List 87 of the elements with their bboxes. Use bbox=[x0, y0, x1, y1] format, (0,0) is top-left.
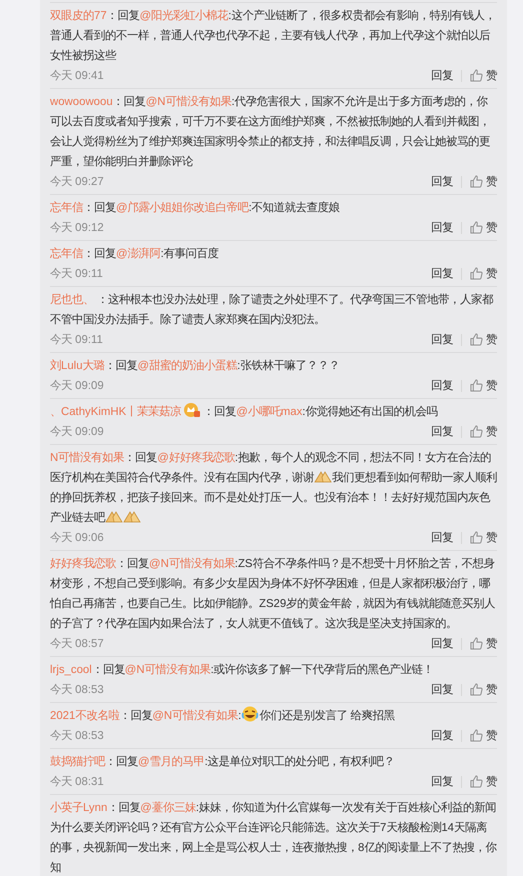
comment-text: 、CathyKimHK丨茉茉菇凉 ：回复@小哪吒max:你觉得她还有出国的机会吗 bbox=[50, 402, 497, 422]
like-link[interactable]: 赞 bbox=[470, 728, 497, 743]
comment-time: 今天 09:12 bbox=[50, 220, 104, 235]
like-link[interactable]: 赞 bbox=[470, 332, 497, 347]
like-link[interactable]: 赞 bbox=[470, 530, 497, 545]
comment-time: 今天 08:57 bbox=[50, 636, 104, 651]
comment-time: 今天 09:11 bbox=[50, 266, 103, 281]
mention-link[interactable]: @甜蜜的奶油小蛋糕 bbox=[138, 360, 238, 372]
thumbs-up-icon bbox=[470, 379, 483, 392]
comment-time: 今天 09:06 bbox=[50, 530, 104, 545]
username-link[interactable]: N可惜没有如果 bbox=[50, 452, 124, 464]
username-link[interactable]: 双眼皮的77 bbox=[50, 10, 107, 22]
like-link[interactable]: 赞 bbox=[470, 378, 497, 393]
thumbs-up-icon bbox=[470, 333, 483, 346]
reply-link[interactable]: 回复 bbox=[431, 266, 453, 281]
comment-time: 今天 08:53 bbox=[50, 682, 104, 697]
reply-link[interactable]: 回复 bbox=[431, 636, 453, 651]
username-link[interactable]: 小英子Lynn bbox=[50, 802, 108, 814]
mention-link[interactable]: @小哪吒max bbox=[236, 406, 302, 418]
reply-link[interactable]: 回复 bbox=[431, 68, 453, 83]
reply-link[interactable]: 回复 bbox=[431, 174, 453, 189]
reply-link[interactable]: 回复 bbox=[431, 332, 453, 347]
comment-text: 尼也也、 ：这种根本也没办法处理，除了谴责之外处理不了。代孕弯国三不管地带，人家都不管中国没办法插手。除了谴责人家郑爽在国内没犯法。 bbox=[50, 292, 494, 328]
like-link[interactable]: 赞 bbox=[470, 636, 497, 651]
thumbs-up-icon bbox=[470, 683, 483, 696]
comment-text: 小英子Lynn：回复@薹你三妹:妹妹，你知道为什么官媒每一次发有关于百姓核心利益的新闻为什么要关闭评论吗？还有官方公众平台连评论只能筛选。这次关于7天核酸检测14天隔离的事，央视新闻一发出来，网上全是骂公权人士，连夜撤热搜，8亿的阅读量上不了热搜，你知 bbox=[50, 800, 497, 876]
reply-link[interactable]: 回复 bbox=[431, 682, 453, 697]
thumbs-up-icon bbox=[470, 267, 483, 280]
comment-time: 今天 09:11 bbox=[50, 332, 103, 347]
username-link[interactable]: 忘年信 bbox=[50, 202, 83, 214]
thumbs-up-icon bbox=[470, 69, 483, 82]
like-link[interactable]: 赞 bbox=[470, 68, 497, 83]
mention-link[interactable]: @阳光彩虹小棉花 bbox=[140, 10, 228, 22]
mention-link[interactable]: @薹你三妹 bbox=[140, 802, 196, 814]
username-link[interactable]: 好好疼我恋歌 bbox=[50, 558, 116, 570]
thumbs-up-icon bbox=[470, 425, 483, 438]
comment-time: 今天 09:41 bbox=[50, 68, 104, 83]
comment-text: 忘年信：回复@邝露小姐姐你改追白帝吧:不知道就去查度娘 bbox=[50, 200, 341, 216]
reply-link[interactable]: 回复 bbox=[431, 530, 453, 545]
comment-time: 今天 08:31 bbox=[50, 774, 104, 789]
mention-link[interactable]: @N可惜没有如果 bbox=[124, 664, 211, 676]
like-link[interactable]: 赞 bbox=[470, 174, 497, 189]
thumbs-up-icon bbox=[470, 531, 483, 544]
reply-link[interactable]: 回复 bbox=[431, 424, 453, 439]
username-link[interactable]: wowoowoou bbox=[50, 96, 113, 108]
like-link[interactable]: 赞 bbox=[470, 220, 497, 235]
mention-link[interactable]: @邝露小姐姐你改追白帝吧 bbox=[116, 202, 249, 214]
comment-time: 今天 09:27 bbox=[50, 174, 104, 189]
reply-link[interactable]: 回复 bbox=[431, 728, 453, 743]
mention-link[interactable]: @好好疼我恋歌 bbox=[157, 452, 235, 464]
comment-time: 今天 09:09 bbox=[50, 378, 104, 393]
reply-link[interactable]: 回复 bbox=[431, 220, 453, 235]
thumbs-up-icon bbox=[470, 775, 483, 788]
username-link[interactable]: 鼓捣猫拧吧 bbox=[50, 756, 105, 768]
comment-text: 鼓捣猫拧吧：回复@雪月的马甲:这是单位对职工的处分吧，有权利吧？ bbox=[50, 754, 396, 770]
username-link[interactable]: 刘Lulu大璐 bbox=[50, 360, 105, 372]
like-link[interactable]: 赞 bbox=[470, 424, 497, 439]
reply-link[interactable]: 回复 bbox=[431, 774, 453, 789]
username-link[interactable]: 忘年信 bbox=[50, 248, 83, 260]
comment-text: 2021不改名啦：回复@N可惜没有如果: 你们还是别发言了 给爽招黑 bbox=[50, 706, 497, 726]
like-link[interactable]: 赞 bbox=[470, 266, 497, 281]
comment-time: 今天 09:09 bbox=[50, 424, 104, 439]
like-link[interactable]: 赞 bbox=[470, 774, 497, 789]
comment-text: lrjs_cool：回复@N可惜没有如果:或许你该多了解一下代孕背后的黑色产业链！ bbox=[50, 662, 435, 678]
mention-link[interactable]: @澎湃阿 bbox=[116, 248, 161, 260]
thumbs-up-icon bbox=[470, 221, 483, 234]
thumbs-up-icon bbox=[470, 175, 483, 188]
laughing-face-icon bbox=[241, 706, 260, 722]
mention-link[interactable]: @N可惜没有如果 bbox=[146, 96, 232, 108]
comment-text: wowoowoou：回复@N可惜没有如果:代孕危害很大，国家不允许是出于多方面考虑的，你可以去百度或者知乎搜索，可千万不要在这方面维护郑爽，不然被抵制她的人看到并截图，会让人觉得粉丝为了维护郑爽连国家明令禁止的都支持，和法律唱反调，只会让她被骂的更严重，望你能明白并删除评论 bbox=[50, 94, 491, 170]
comment-text: 刘Lulu大璐：回复@甜蜜的奶油小蛋糕:张铁林干嘛了？？？ bbox=[50, 358, 340, 374]
comment-text: 双眼皮的77：回复@阳光彩虹小棉花:这个产业链断了，很多权贵都会有影响，特别有钱人，普通人看到的不一样，普通人代孕也代孕不起，主要有钱人代孕，再加上代孕这个就怕以后女性被拐这些 bbox=[50, 8, 496, 64]
comment-text: N可惜没有如果：回复@好好疼我恋歌:抱歉，每个人的观念不同，想法不同！女方在合法的医疗机构在美国符合代孕条件。没有在国内代孕，谢谢 我们更想看到如何帮助一家人顺利的挣回抚养权，把孩子接回来。而不是处处打压一人。也没有治本！！去好好规范国内灰色产业链去吧 bbox=[50, 450, 497, 526]
mention-link[interactable]: @N可惜没有如果 bbox=[152, 710, 238, 722]
username-link[interactable]: 尼也也、 bbox=[50, 294, 94, 306]
thumbs-up-icon bbox=[470, 729, 483, 742]
username-link[interactable]: 、CathyKimHK丨茉茉菇凉 bbox=[50, 406, 182, 418]
comment-text: 忘年信：回复@澎湃阿:有事问百度 bbox=[50, 246, 220, 262]
reply-link[interactable]: 回复 bbox=[431, 378, 453, 393]
comment-time: 今天 08:53 bbox=[50, 728, 104, 743]
mention-link[interactable]: @N可惜没有如果 bbox=[149, 558, 235, 570]
comment-text: 好好疼我恋歌：回复@N可惜没有如果:ZS符合不孕条件吗？是不想受十月怀胎之苦，不想身材变形，不想自己受到影响。有多少女星因为身体不好怀孕困难，但是人家都积极治疗，哪怕自己再痛苦，也要自己生。比如伊能静。ZS29岁的黄金年龄，就因为有钱就能随意买别人的子宫了？代孕在国内如果合法了，女人就更不值钱了。这次我是坚决支持国家的。 bbox=[50, 556, 496, 632]
username-link[interactable]: 2021不改名啦 bbox=[50, 710, 120, 722]
mention-link[interactable]: @雪月的马甲 bbox=[138, 756, 205, 768]
like-link[interactable]: 赞 bbox=[470, 682, 497, 697]
thumbs-up-icon bbox=[470, 637, 483, 650]
username-link[interactable]: lrjs_cool bbox=[50, 664, 92, 676]
